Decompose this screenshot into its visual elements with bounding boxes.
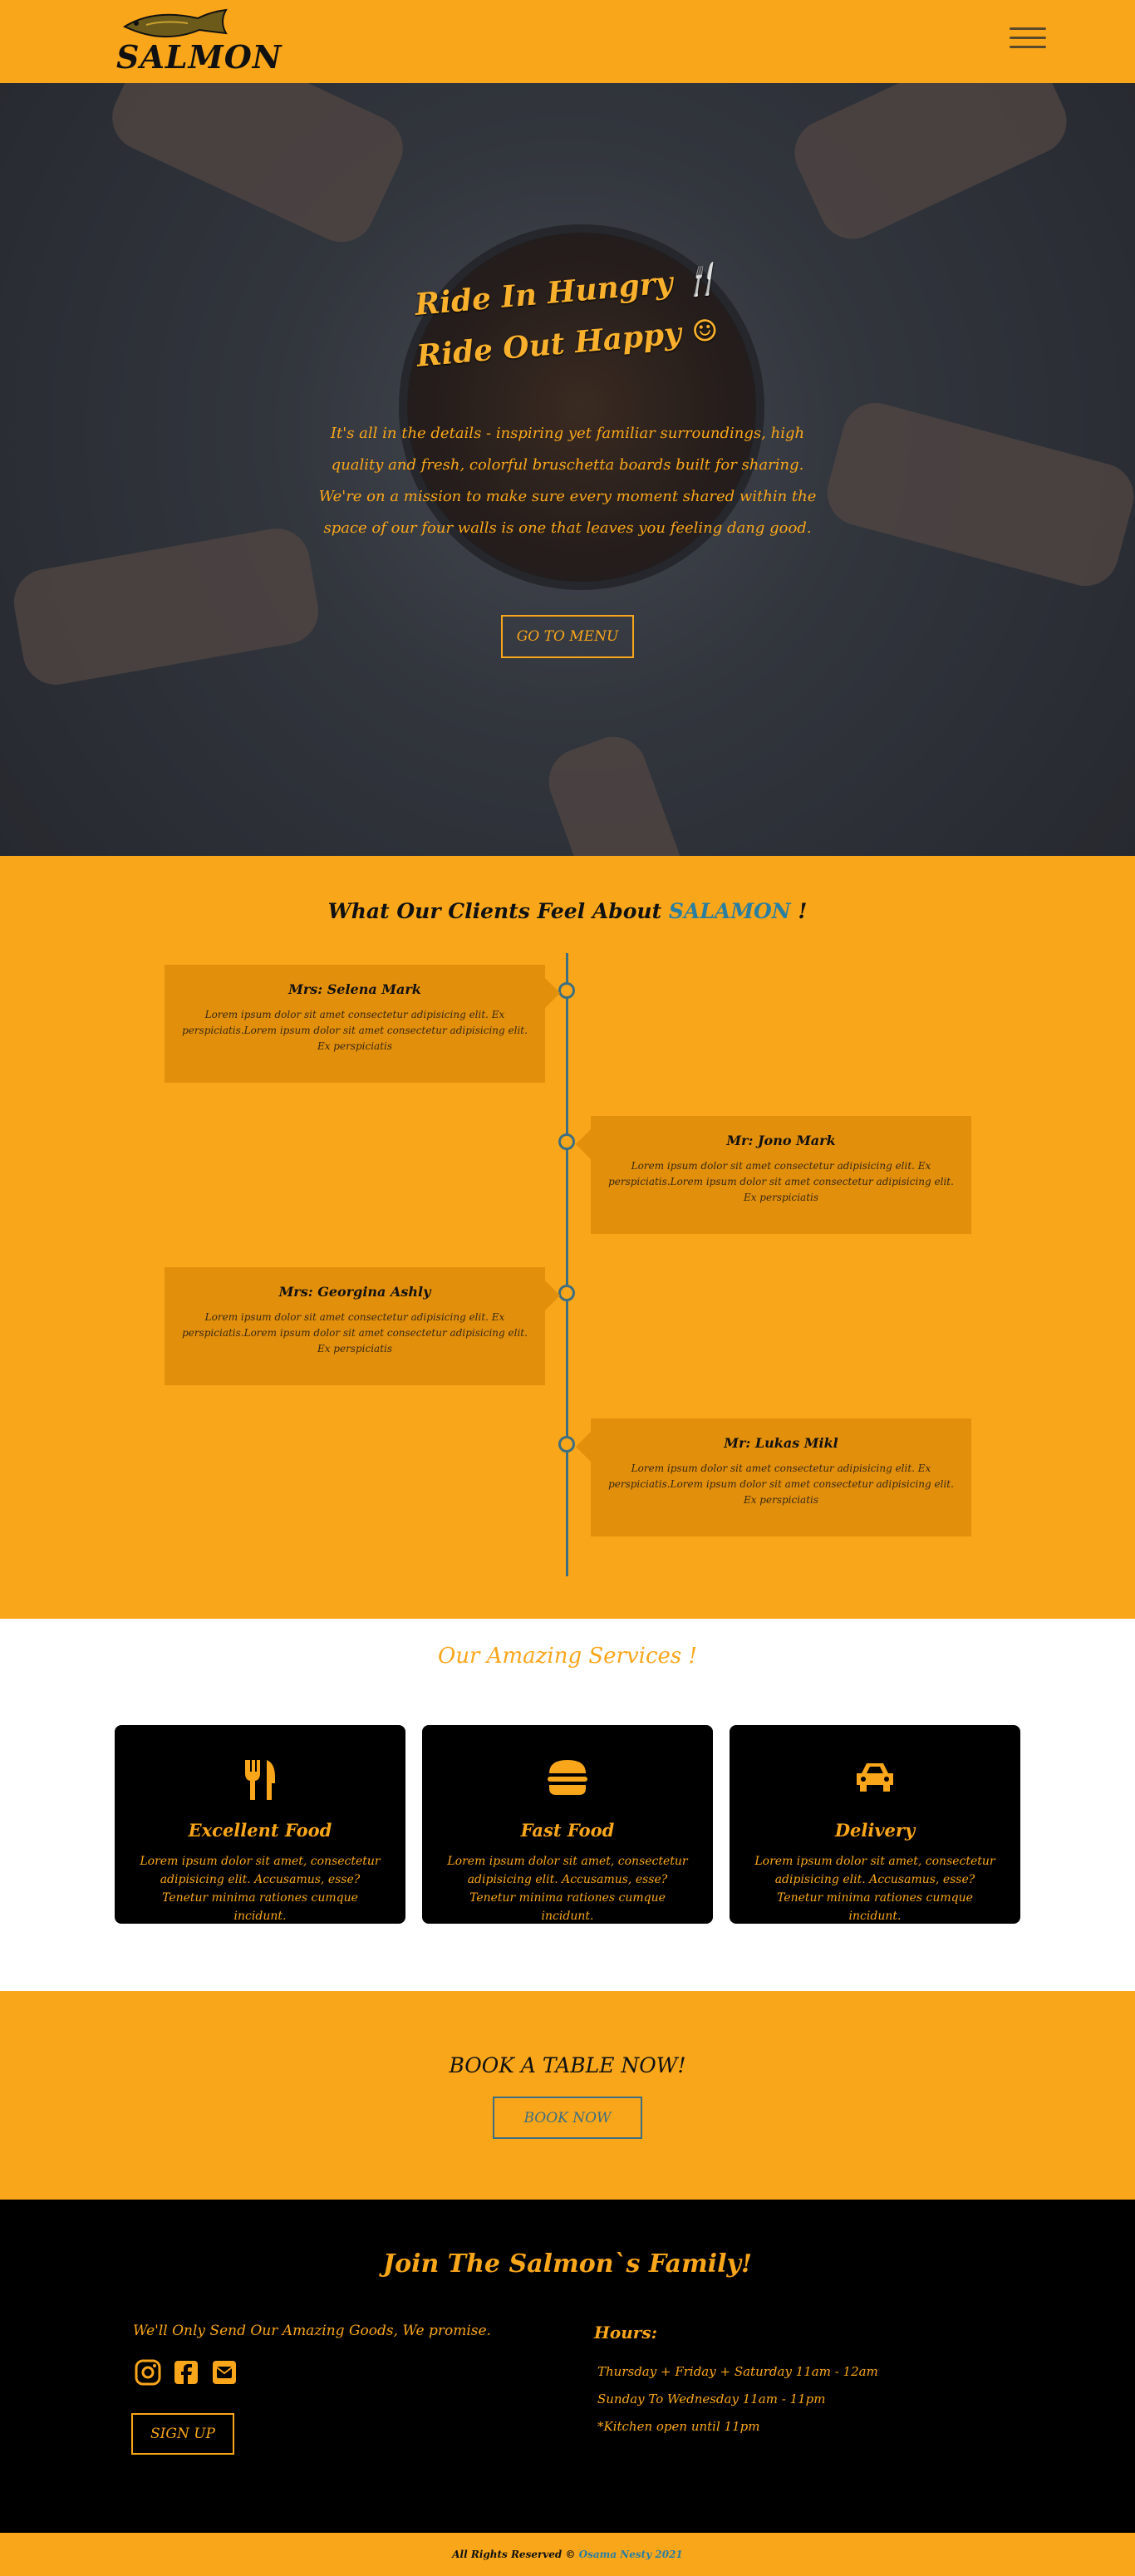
testimonial-name: Mrs: Selena Mark <box>288 981 421 997</box>
copyright-bar: All Rights Reserved © Osama Nesty 2021 <box>0 2533 1135 2576</box>
go-to-menu-button[interactable]: GO TO MENU <box>501 615 634 658</box>
hours-line: *Kitchen open until 11pm <box>597 2419 760 2434</box>
author-link[interactable]: Osama Nesty 2021 <box>579 2549 683 2560</box>
testimonial-name: Mrs: Georgina Ashly <box>278 1284 431 1300</box>
footer-title: Join The Salmon`s Family! <box>382 2249 753 2279</box>
hours-line: Thursday + Friday + Saturday 11am - 12am <box>597 2364 878 2379</box>
timeline-dot <box>558 1436 575 1453</box>
instagram-icon[interactable] <box>135 2359 161 2386</box>
hero-section: Ride In Hungry 🍴 Ride Out Happy ☺ It's a… <box>0 83 1135 856</box>
burger-icon <box>548 1760 587 1795</box>
testimonial-name: Mr: Jono Mark <box>726 1133 836 1148</box>
services-title: Our Amazing Services ! <box>438 1644 697 1669</box>
testimonial-card: Mrs: Georgina Ashly Lorem ipsum dolor si… <box>165 1267 560 1385</box>
hero-description: It's all in the details - inspiring yet … <box>318 425 817 537</box>
car-icon <box>857 1763 893 1792</box>
testimonial-card: Mr: Lukas Mikl Lorem ipsum dolor sit ame… <box>576 1418 971 1536</box>
footer-promise: We'll Only Send Our Amazing Goods, We pr… <box>133 2323 491 2339</box>
smile-icon: ☺ <box>690 312 720 350</box>
menu-icon[interactable] <box>1010 27 1046 52</box>
service-text: Lorem ipsum dolor sit amet, consectetur … <box>447 1855 688 1923</box>
testimonials-section: What Our Clients Feel About SALAMON ! Mr… <box>0 856 1135 1619</box>
service-card-fast-food: Fast Food Lorem ipsum dolor sit amet, co… <box>422 1725 713 1924</box>
sign-up-button[interactable]: SIGN UP <box>131 2413 234 2455</box>
testimonial-text: Lorem ipsum dolor sit amet consectetur a… <box>182 1009 528 1052</box>
timeline-dot <box>558 982 575 999</box>
email-icon[interactable] <box>211 2359 238 2386</box>
testimonials-title: What Our Clients Feel About SALAMON ! <box>327 899 808 923</box>
service-card-delivery: Delivery Lorem ipsum dolor sit amet, con… <box>730 1725 1020 1924</box>
book-title: BOOK A TABLE NOW! <box>449 2053 686 2077</box>
copyright-text: All Rights Reserved © <box>452 2549 576 2560</box>
facebook-icon[interactable] <box>173 2359 199 2386</box>
logo-text: SALMON <box>116 38 283 76</box>
site-header: SALMON <box>0 0 1135 83</box>
hours-title: Hours: <box>594 2323 657 2342</box>
testimonial-text: Lorem ipsum dolor sit amet consectetur a… <box>608 1160 954 1203</box>
testimonial-card: Mr: Jono Mark Lorem ipsum dolor sit amet… <box>576 1116 971 1234</box>
timeline-dot <box>558 1133 575 1150</box>
service-title: Fast Food <box>520 1820 615 1841</box>
testimonial-text: Lorem ipsum dolor sit amet consectetur a… <box>182 1311 528 1354</box>
utensils-icon <box>245 1760 275 1800</box>
book-now-button[interactable]: BOOK NOW <box>493 2097 642 2139</box>
testimonial-name: Mr: Lukas Mikl <box>724 1435 838 1451</box>
service-title: Excellent Food <box>188 1820 332 1841</box>
timeline-line <box>566 953 568 1576</box>
timeline-dot <box>558 1285 575 1301</box>
utensils-icon: 🍴 <box>681 261 722 299</box>
testimonial-text: Lorem ipsum dolor sit amet consectetur a… <box>608 1463 954 1506</box>
logo[interactable]: SALMON <box>116 7 282 76</box>
service-title: Delivery <box>834 1820 916 1841</box>
services-section: Our Amazing Services ! Excellent Food Lo… <box>0 1619 1135 1991</box>
testimonial-card: Mrs: Selena Mark Lorem ipsum dolor sit a… <box>165 965 560 1083</box>
hours-line: Sunday To Wednesday 11am - 11pm <box>597 2392 826 2406</box>
footer: Join The Salmon`s Family! We'll Only Sen… <box>0 2200 1135 2533</box>
service-text: Lorem ipsum dolor sit amet, consectetur … <box>140 1855 381 1923</box>
social-links <box>135 2359 238 2386</box>
service-text: Lorem ipsum dolor sit amet, consectetur … <box>754 1855 995 1923</box>
book-section: BOOK A TABLE NOW! BOOK NOW <box>0 1991 1135 2200</box>
service-card-excellent-food: Excellent Food Lorem ipsum dolor sit ame… <box>115 1725 405 1924</box>
